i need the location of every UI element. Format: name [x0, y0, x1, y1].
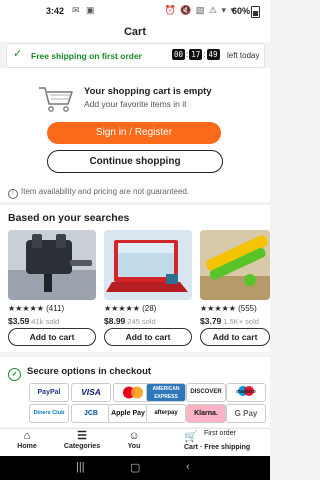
maestro-logo: maestro: [226, 383, 266, 402]
add-to-cart-button[interactable]: Add to cart: [200, 328, 270, 346]
info-icon: !: [8, 189, 18, 199]
product-rating: ★★★★★ (411): [8, 304, 65, 313]
timer-minutes: 17: [189, 49, 203, 60]
empty-cart-title: Your shopping cart is empty: [84, 86, 212, 97]
add-to-cart-button[interactable]: Add to cart: [8, 328, 96, 346]
product-image-car-mount[interactable]: [8, 230, 96, 300]
empty-cart-icon: [39, 87, 73, 112]
notification-icons: ✉ ▣: [72, 5, 97, 15]
battery-icon: [251, 6, 260, 18]
nav-home[interactable]: ⌂ Home: [14, 430, 40, 450]
home-button-icon[interactable]: ▢: [130, 461, 140, 474]
disclaimer-text: Item availability and pricing are not gu…: [21, 187, 190, 196]
free-shipping-text: Free shipping on first order: [31, 51, 142, 61]
discover-logo: DISCOVER: [186, 383, 226, 402]
product-image-toy[interactable]: [200, 230, 270, 300]
add-to-cart-button[interactable]: Add to cart: [104, 328, 192, 346]
jcb-logo: JCB: [71, 404, 111, 423]
free-shipping-banner[interactable]: ✓ Free shipping on first order 00 : 17 :…: [6, 43, 265, 68]
product-price: $3.79 1.5K+ sold: [200, 316, 259, 326]
amex-logo: AMERICAN EXPRESS: [146, 383, 186, 402]
cart-first-order: First order: [204, 430, 236, 437]
status-time: 3:42: [46, 6, 65, 16]
product-price: $8.99 245 sold: [104, 316, 156, 326]
timer-seconds: 49: [206, 49, 220, 60]
system-icons: ⏰ 🔇 ▧ ⚠ ▾ ▾: [164, 5, 236, 15]
product-sold: 1.5K+ sold: [223, 317, 259, 326]
recent-apps-icon[interactable]: |||: [76, 461, 85, 473]
apple-pay-logo: Apple Pay: [108, 404, 148, 423]
klarna-logo: Klarna.: [186, 404, 226, 423]
afterpay-logo: afterpay: [146, 404, 186, 423]
google-pay-logo: G Pay: [226, 404, 266, 423]
recommendations-title: Based on your searches: [8, 212, 130, 224]
availability-disclaimer: ! Item availability and pricing are not g…: [8, 187, 189, 199]
sign-in-register-button[interactable]: Sign in / Register: [47, 122, 221, 144]
home-icon: ⌂: [23, 430, 31, 442]
product-rating: ★★★★★ (555): [200, 304, 257, 313]
countdown-timer: 00 : 17 : 49: [172, 49, 220, 60]
product-price: $3.59 41k sold: [8, 316, 60, 326]
back-icon[interactable]: ‹: [186, 461, 190, 473]
nav-categories[interactable]: ☰ Categories: [62, 430, 102, 450]
product-rating: ★★★★★ (28): [104, 304, 157, 313]
diners-club-logo: Diners Club: [29, 404, 69, 423]
cart-icon: 🛒: [184, 431, 198, 443]
battery-percent: 60%: [231, 6, 250, 16]
timer-suffix: left today: [227, 51, 260, 60]
cart-free-shipping: Cart · Free shipping: [184, 444, 251, 451]
secure-checkout-title: ✓ Secure options in checkout: [8, 366, 151, 381]
shield-check-icon: ✓: [8, 368, 21, 381]
visa-logo: VISA: [71, 383, 111, 402]
product-image-screen-magnifier[interactable]: [104, 230, 192, 300]
status-bar: 3:42 ✉ ▣ ⏰ 🔇 ▧ ⚠ ▾ ▾ 60%: [0, 0, 270, 22]
categories-icon: ☰: [77, 430, 87, 442]
user-icon: ☺: [128, 430, 140, 442]
empty-cart-subtitle: Add your favorite items in it: [84, 99, 187, 109]
timer-hours: 00: [172, 49, 186, 60]
nav-you[interactable]: ☺ You: [124, 430, 144, 450]
continue-shopping-button[interactable]: Continue shopping: [47, 150, 223, 173]
system-nav-bar: ||| ▢ ‹: [0, 456, 270, 480]
product-sold: 41k sold: [31, 317, 60, 326]
page-title: Cart: [0, 22, 270, 42]
paypal-logo: PayPal: [29, 383, 69, 402]
product-sold: 245 sold: [127, 317, 156, 326]
check-icon: ✓: [13, 48, 23, 60]
